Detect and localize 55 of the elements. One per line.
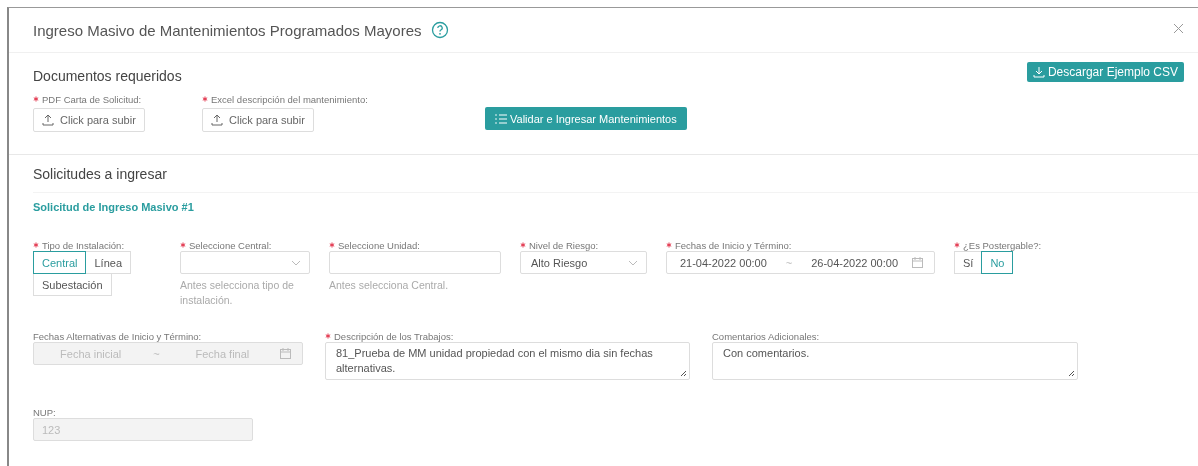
required-icon: [954, 242, 960, 248]
field-label: Tipo de Instalación:: [42, 240, 125, 251]
select-field[interactable]: Alto Riesgo: [520, 251, 647, 274]
hint-text: Antes selecciona Central.: [329, 278, 450, 293]
segment-option[interactable]: Central: [33, 251, 87, 274]
required-icon: [325, 333, 331, 339]
calendar-icon: [911, 256, 924, 269]
select-field[interactable]: [180, 251, 310, 274]
field-label: Fechas de Inicio y Término:: [675, 240, 792, 251]
section-title: Solicitudes a ingresar: [33, 155, 1198, 193]
field-label: ¿Es Postergable?:: [963, 240, 1042, 251]
resize-handle-icon: [680, 370, 687, 377]
caret-icon: [628, 259, 638, 266]
date-range-field[interactable]: 21-04-2022 00:00 ~ 26-04-2022 00:00: [666, 251, 935, 274]
dialog-title: Ingreso Masivo de Mantenimientos Programados Mayores: [33, 21, 422, 39]
segment-option[interactable]: Sí: [954, 251, 983, 274]
field-label: Comentarios Adicionales:: [712, 331, 820, 342]
request-title: Solicitud de Ingreso Masivo #1: [33, 201, 195, 213]
upload-button[interactable]: Click para subir: [33, 108, 145, 132]
field-label: Fechas Alternativas de Inicio y Término:: [33, 331, 202, 342]
required-icon: [33, 242, 39, 248]
required-icon: [33, 96, 39, 102]
segment-option[interactable]: Línea: [85, 251, 131, 274]
required-icon: [666, 242, 672, 248]
close-button[interactable]: [1173, 22, 1184, 34]
list-icon: [495, 112, 507, 125]
upload-icon: [211, 114, 223, 126]
upload-icon: [42, 114, 54, 126]
field-label: Nivel de Riesgo:: [529, 240, 599, 251]
segment-option[interactable]: Subestación: [33, 273, 112, 296]
download-button[interactable]: Descargar Ejemplo CSV: [1026, 62, 1184, 82]
field-label: NUP:: [33, 407, 56, 418]
download-icon: [1032, 66, 1045, 78]
required-icon: [329, 242, 335, 248]
field-label: Descripción de los Trabajos:: [334, 331, 454, 342]
caret-icon: [291, 259, 301, 266]
resize-handle-icon: [1068, 370, 1075, 377]
validate-button[interactable]: Validar e Ingresar Mantenimientos: [485, 107, 687, 130]
upload-button[interactable]: Click para subir: [202, 108, 314, 132]
field-label: Excel descripción del mantenimiento:: [211, 94, 368, 105]
required-icon: [202, 96, 208, 102]
field-label: PDF Carta de Solicitud:: [42, 94, 142, 105]
text-area[interactable]: 81_Prueba de MM unidad propiedad con el mismo dia sin fechas alternativas.: [325, 342, 690, 380]
required-icon: [180, 242, 186, 248]
field-label: Seleccione Central:: [189, 240, 272, 251]
close-icon: [1173, 22, 1184, 34]
help-icon: [430, 21, 449, 39]
field-label: Seleccione Unidad:: [338, 240, 420, 251]
text-area[interactable]: Con comentarios.: [712, 342, 1078, 380]
section-title: Documentos requeridos: [33, 68, 182, 84]
hint-text: Antes selecciona tipo de instalación.: [180, 278, 295, 308]
calendar-icon: [279, 347, 292, 360]
required-icon: [520, 242, 526, 248]
input-field[interactable]: [329, 251, 501, 274]
segment-option[interactable]: No: [981, 251, 1014, 274]
